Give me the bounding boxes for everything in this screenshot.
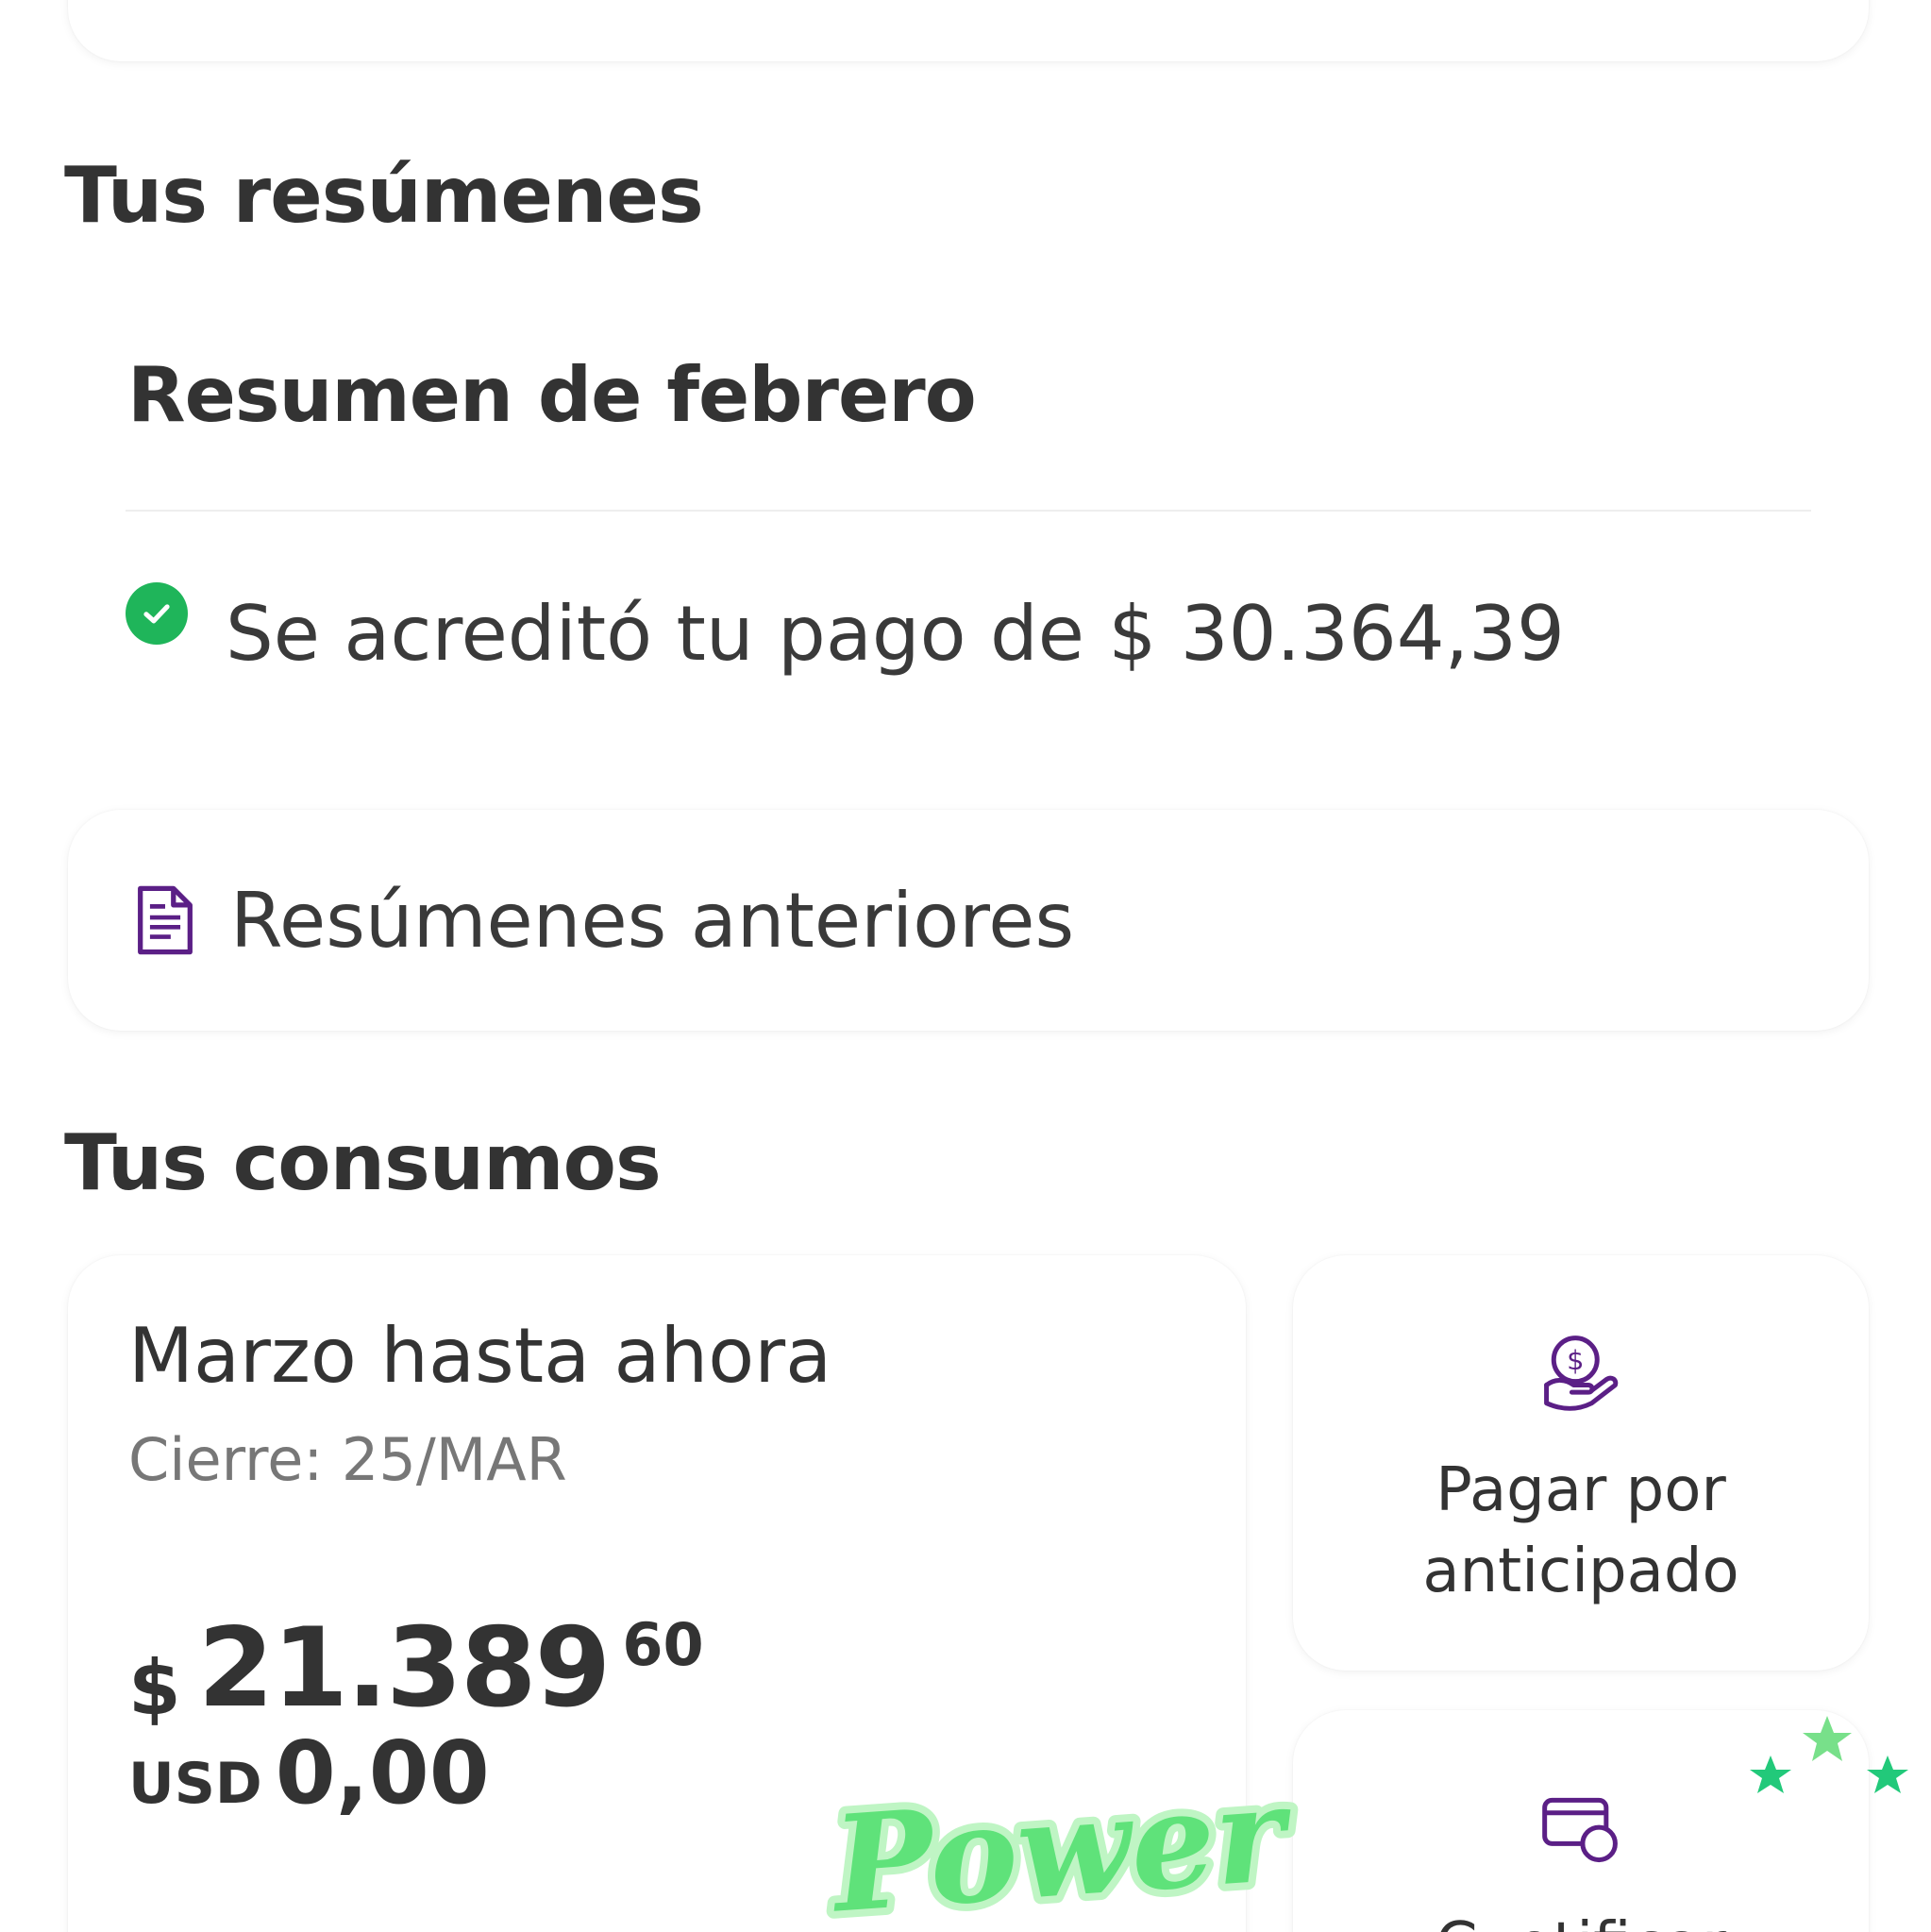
card-icon [1542,1797,1618,1863]
amount-usd: USD 0,00 [128,1722,490,1823]
top-card [68,0,1869,61]
summary-title[interactable]: Resumen de febrero [127,351,977,439]
usd-label: USD [128,1751,262,1817]
power-sticker-text: Power [825,1756,1299,1932]
pay-in-advance-label: Pagar por anticipado [1422,1455,1739,1606]
payment-text: Se acreditó tu pago de $ 30.364,39 [226,590,1565,678]
previous-summaries-button[interactable]: Resúmenes anteriores [68,810,1869,1031]
resumenes-section-title: Tus resúmenes [64,151,704,241]
usd-value: 0,00 [275,1722,490,1823]
installments-label: Cuotificar [1383,1905,1779,1932]
closing-date: Cierre: 25/MAR [128,1425,567,1494]
amount-ars: $ 21.389 60 [128,1604,704,1732]
previous-summaries-label: Resúmenes anteriores [230,876,1075,965]
amount-currency: $ [128,1644,181,1732]
payment-status: Se acreditó tu pago de $ 30.364,39 [126,581,1565,678]
month-title: Marzo hasta ahora [128,1312,832,1400]
amount-integer: 21.389 [197,1604,612,1732]
app-screen: Tus resúmenes Resumen de febrero Se acre… [0,0,1931,1932]
divider [126,510,1811,512]
check-circle-icon [126,581,188,645]
consumos-section-title: Tus consumos [64,1118,662,1208]
document-icon [138,885,193,955]
amount-decimals: 60 [622,1610,704,1679]
power-sticker: Power [817,1754,1304,1932]
pay-coin-hand-icon: $ [1544,1336,1619,1411]
stars-icon [1750,1716,1908,1793]
pay-in-advance-button[interactable]: $ Pagar por anticipado [1293,1255,1869,1671]
svg-text:$: $ [1567,1344,1584,1376]
